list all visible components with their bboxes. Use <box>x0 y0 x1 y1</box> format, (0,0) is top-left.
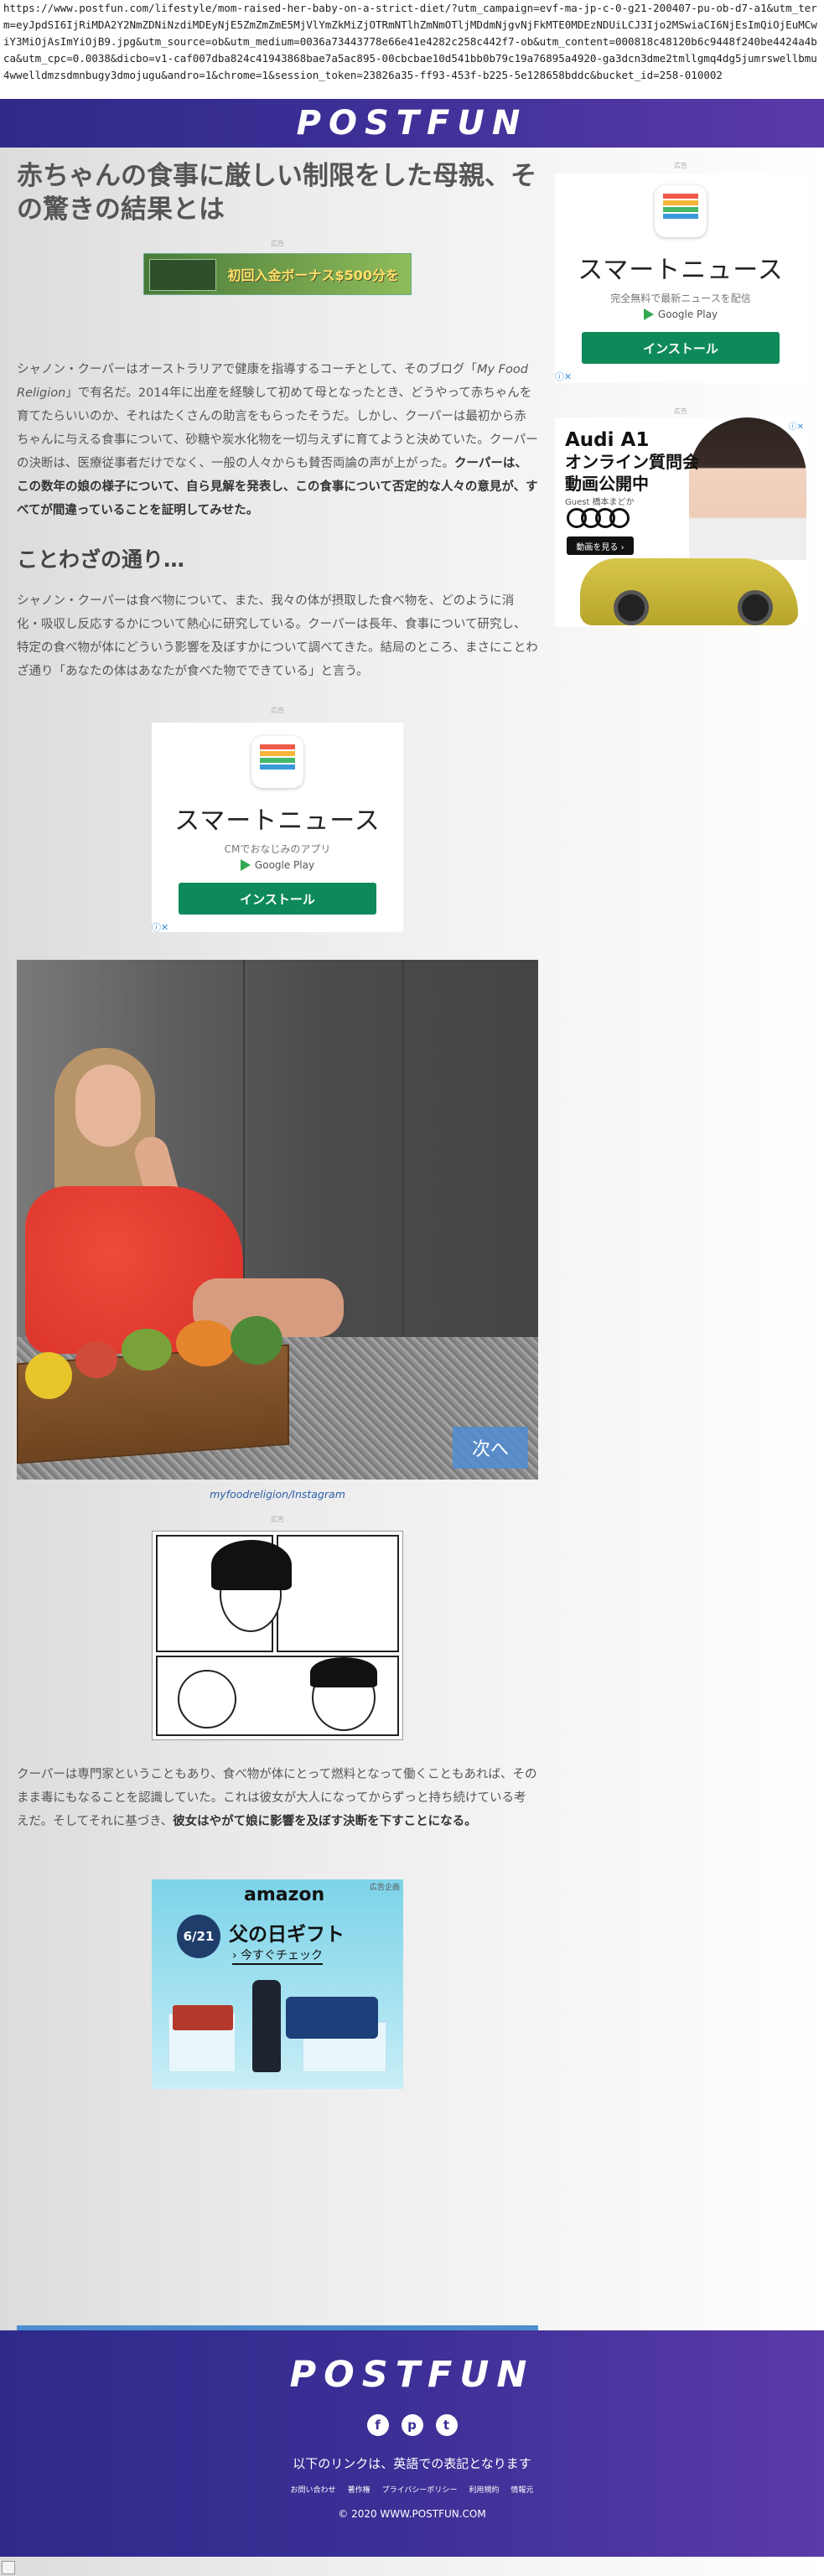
article-paragraph-2: シャノン・クーパーは食べ物について、また、我々の体が摂取した食べ物を、どのように… <box>17 594 538 678</box>
adchoices-icon[interactable]: ⓘ✕ <box>152 920 168 934</box>
smartnews-ad-subtitle: 完全無料で最新ニュースを配信 <box>610 293 751 304</box>
amazon-check-link[interactable]: › 今すぐチェック <box>232 1946 324 1965</box>
google-play-badge: Google Play <box>240 859 315 871</box>
article-paragraph-3: クーパーは専門家ということもあり、食べ物が体にとって燃料となって働くこともあれば… <box>17 1763 538 1833</box>
google-play-label: Google Play <box>254 859 315 871</box>
banner-ad-thumbnail <box>149 259 216 291</box>
ad-label: 広告 <box>674 407 687 415</box>
banner-ad[interactable]: 初回入金ボーナス$500分を <box>143 253 412 295</box>
site-logo[interactable]: POSTFUN <box>297 104 528 143</box>
amazon-date-badge: 6/21 <box>177 1915 220 1958</box>
footer-link-sources[interactable]: 情報元 <box>510 2484 533 2495</box>
manga-panel <box>277 1535 399 1652</box>
audi-ad-guest-photo <box>689 417 806 560</box>
image-next-button[interactable]: 次へ <box>453 1427 528 1469</box>
install-button[interactable]: インストール <box>179 883 376 915</box>
broken-image-icon <box>2 2561 15 2574</box>
audi-ad[interactable]: Audi A1 オンライン質問会 動画公開中 Guest 橋本まどか 動画を見る… <box>555 417 806 627</box>
manga-ad[interactable] <box>152 1531 403 1740</box>
social-links: f p t <box>0 2414 824 2436</box>
footer-link-privacy[interactable]: プライバシーポリシー <box>382 2484 458 2495</box>
footer-link-terms[interactable]: 利用規約 <box>469 2484 499 2495</box>
smartnews-ad-title: スマートニュース <box>174 806 381 836</box>
site-footer: POSTFUN f p t 以下のリンクは、英語での表記となります お問い合わせ… <box>0 2330 824 2557</box>
amazon-logo: amazon <box>244 1884 325 1905</box>
paragraph-text: シャノン・クーパーはオーストラリアで健康を指導するコーチとして、そのブログ「 <box>17 363 477 376</box>
google-play-icon <box>240 859 251 871</box>
footer-links: お問い合わせ 著作権 プライバシーポリシー 利用規約 情報元 <box>0 2484 824 2495</box>
article-title: 赤ちゃんの食事に厳しい制限をした母親、その驚きの結果とは <box>17 161 536 225</box>
car-wheel <box>738 590 773 625</box>
footer-logo[interactable]: POSTFUN <box>0 2354 824 2396</box>
article-paragraph-1: シャノン・クーパーはオーストラリアで健康を指導するコーチとして、そのブログ「My… <box>17 358 538 522</box>
address-bar-url[interactable]: https://www.postfun.com/lifestyle/mom-ra… <box>0 0 824 99</box>
audi-ad-title-line: 動画公開中 <box>565 474 649 494</box>
banner-ad-text: 初回入金ボーナス$500分を <box>227 267 399 283</box>
woman-face <box>75 1065 141 1147</box>
image-caption-link[interactable]: myfoodreligion/Instagram <box>17 1488 538 1501</box>
polo-shirt <box>286 1997 378 2039</box>
smartnews-app-icon <box>251 736 303 788</box>
facebook-icon[interactable]: f <box>366 2414 389 2436</box>
smartnews-ad-mid[interactable]: スマートニュース CMでおなじみのアプリ Google Play インストール <box>152 723 403 932</box>
footer-copyright: © 2020 WWW.POSTFUN.COM <box>338 2508 486 2520</box>
ad-label: 広告 <box>271 1516 284 1523</box>
footer-link-copyright[interactable]: 著作権 <box>348 2484 371 2495</box>
smartnews-ad-side[interactable]: スマートニュース 完全無料で最新ニュースを配信 Google Play インスト… <box>555 174 806 383</box>
smartnews-ad-subtitle: CMでおなじみのアプリ <box>224 843 331 855</box>
adchoices-icon[interactable]: ⓘ✕ <box>555 370 572 383</box>
audi-ad-title-line: Audi A1 <box>565 429 650 451</box>
twitter-icon[interactable]: t <box>435 2414 458 2436</box>
vegetable <box>122 1329 172 1371</box>
google-play-icon <box>643 308 654 320</box>
site-header: POSTFUN <box>0 99 824 148</box>
vegetable <box>75 1341 117 1378</box>
ad-label: 広告 <box>271 707 284 714</box>
amazon-ad-label: 広告企画 <box>369 1884 400 1892</box>
pinterest-icon[interactable]: p <box>401 2414 423 2436</box>
audi-ad-guest: Guest 橋本まどか <box>565 498 635 507</box>
vegetable <box>25 1352 72 1399</box>
vegetable <box>176 1320 235 1366</box>
section-heading: ことわざの通り… <box>17 547 185 572</box>
article-hero-image: 次へ <box>17 960 538 1480</box>
audi-watch-video-button[interactable]: 動画を見る › <box>567 536 634 555</box>
footer-link-contact[interactable]: お問い合わせ <box>291 2484 336 2495</box>
install-button[interactable]: インストール <box>582 332 780 364</box>
footer-note: 以下のリンクは、英語での表記となります <box>293 2456 531 2471</box>
amazon-headline: 父の日ギフト <box>229 1924 345 1946</box>
manga-character-hair <box>310 1657 377 1687</box>
audi-ad-title-line: オンライン質問会 <box>565 452 699 472</box>
amazon-ad[interactable]: 広告企画 amazon 6/21 父の日ギフト › 今すぐチェック <box>152 1879 403 2089</box>
manga-character-hair <box>211 1540 292 1590</box>
audi-rings-logo <box>567 508 630 528</box>
adchoices-icon[interactable]: ⓘ✕ <box>789 419 804 432</box>
google-play-badge: Google Play <box>643 308 718 320</box>
audi-ad-title: Audi A1 オンライン質問会 動画公開中 <box>565 429 699 495</box>
paragraph-bold-text: 彼女はやがて娘に影響を及ぼす決断を下すことになる。 <box>173 1815 477 1828</box>
ad-label: 広告 <box>674 162 687 169</box>
car-wheel <box>614 590 649 625</box>
google-play-label: Google Play <box>657 308 718 320</box>
manga-character-face <box>178 1670 236 1729</box>
wall-seam <box>402 960 404 1354</box>
smartnews-ad-title: スマートニュース <box>578 256 784 285</box>
vegetable <box>231 1316 282 1365</box>
ad-label: 広告 <box>271 240 284 247</box>
smartnews-app-icon <box>655 185 707 237</box>
gift-box <box>173 2005 233 2030</box>
sake-bottle <box>252 1980 281 2072</box>
